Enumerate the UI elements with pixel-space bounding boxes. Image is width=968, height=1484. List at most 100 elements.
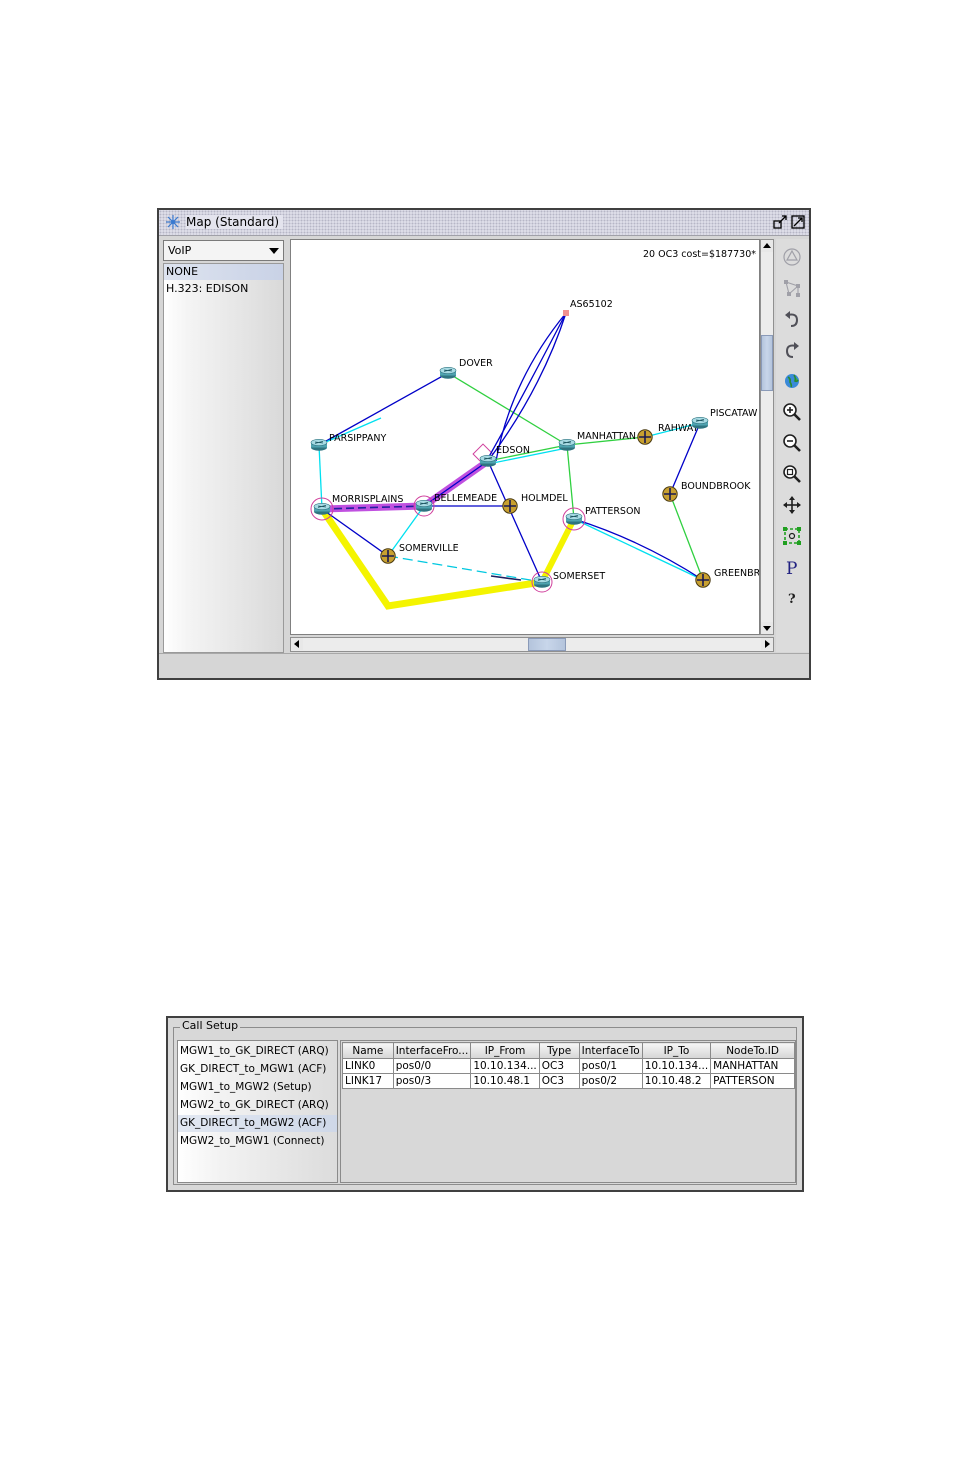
table-row[interactable]: LINK0 pos0/0 10.10.134... OC3 pos0/1 10.…	[342, 1058, 795, 1074]
layer-list: NONE H.323: EDISON	[163, 263, 284, 653]
map-toolbar: P ?	[776, 239, 809, 652]
table-cell: OC3	[538, 1073, 580, 1089]
switch-icon	[379, 547, 397, 565]
table-cell: 10.10.48.1	[470, 1073, 540, 1089]
svg-text:PATTERSON: PATTERSON	[585, 506, 641, 517]
router-icon	[533, 575, 551, 589]
layout-icon[interactable]	[780, 245, 804, 269]
undo-icon[interactable]	[780, 307, 804, 331]
node-holmdel[interactable]: HOLMDEL	[501, 493, 569, 515]
redo-icon[interactable]	[780, 338, 804, 362]
table-cell: pos0/2	[578, 1073, 643, 1089]
links-table: Name InterfaceFro... IP_From Type Interf…	[342, 1042, 795, 1089]
node-bellemeade[interactable]: BELLEMEADE	[415, 493, 497, 513]
call-message-item[interactable]: MGW2_to_GK_DIRECT (ARQ)	[178, 1097, 337, 1114]
table-cell: pos0/0	[392, 1058, 472, 1074]
globe-icon[interactable]	[780, 369, 804, 393]
chevron-down-icon[interactable]	[269, 248, 279, 254]
horizontal-scroll-thumb[interactable]	[528, 638, 566, 651]
column-header[interactable]: InterfaceFro...	[392, 1042, 472, 1059]
call-message-item[interactable]: MGW1_to_MGW2 (Setup)	[178, 1079, 337, 1096]
node-rahway[interactable]: RAHWAY	[636, 423, 699, 446]
router-icon	[479, 454, 497, 468]
vertical-scroll-thumb[interactable]	[761, 335, 773, 391]
svg-text:GREENBR: GREENBR	[714, 568, 760, 579]
svg-text:SOMERVILLE: SOMERVILLE	[399, 543, 459, 554]
zoom-fit-icon[interactable]	[780, 462, 804, 486]
column-header[interactable]: Type	[538, 1042, 580, 1059]
switch-icon	[661, 485, 679, 503]
column-header[interactable]: Name	[342, 1042, 394, 1059]
table-cell: 10.10.48.2	[641, 1073, 712, 1089]
node-as65102[interactable]: AS65102	[563, 299, 613, 316]
svg-text:SOMERSET: SOMERSET	[553, 571, 605, 582]
scroll-up-icon[interactable]	[761, 240, 773, 252]
table-cell: pos0/3	[392, 1073, 472, 1089]
map-window: Map (Standard) VoIP NONE H.323: EDISON 2…	[157, 208, 811, 680]
scroll-down-icon[interactable]	[761, 622, 773, 634]
svg-text:?: ?	[788, 592, 796, 607]
switch-icon	[636, 428, 654, 446]
cost-label: 20 OC3 cost=$187730*	[643, 249, 756, 260]
help-icon[interactable]: ?	[780, 586, 804, 610]
layer-list-item[interactable]: NONE	[164, 264, 283, 280]
window-title: Map (Standard)	[186, 215, 284, 229]
svg-text:P: P	[786, 559, 797, 579]
select-region-icon[interactable]	[780, 524, 804, 548]
column-header[interactable]: InterfaceTo	[578, 1042, 643, 1059]
node-manhattan[interactable]: MANHATTAN	[558, 431, 636, 452]
map-title-bar[interactable]: Map (Standard)	[159, 210, 809, 236]
node-parsippany[interactable]: PARSIPPANY	[310, 433, 387, 452]
svg-text:DOVER: DOVER	[459, 358, 493, 369]
column-header[interactable]: NodeTo.ID	[710, 1042, 795, 1059]
node-morrisplains[interactable]: MORRISPLAINS	[313, 494, 403, 516]
network-map-canvas[interactable]: 20 OC3 cost=$187730* AS65102 DOVER PARSI…	[290, 239, 760, 635]
table-cell: MANHATTAN	[710, 1058, 795, 1074]
svg-text:BELLEMEADE: BELLEMEADE	[434, 493, 497, 504]
column-header[interactable]: IP_To	[641, 1042, 712, 1059]
layer-list-item[interactable]: H.323: EDISON	[164, 281, 283, 297]
links-table-container: Name InterfaceFro... IP_From Type Interf…	[340, 1040, 796, 1183]
table-header-row: Name InterfaceFro... IP_From Type Interf…	[342, 1042, 795, 1059]
node-somerville[interactable]: SOMERVILLE	[379, 543, 459, 565]
table-cell: LINK0	[342, 1058, 394, 1074]
node-boundbrook[interactable]: BOUNDBROOK	[661, 481, 751, 503]
network-map: 20 OC3 cost=$187730* AS65102 DOVER PARSI…	[310, 249, 760, 610]
scroll-left-icon[interactable]	[291, 638, 303, 650]
router-icon	[691, 416, 709, 430]
router-icon	[439, 366, 457, 380]
router-icon	[313, 502, 331, 516]
scroll-right-icon[interactable]	[761, 638, 773, 650]
svg-text:AS65102: AS65102	[570, 299, 613, 310]
router-icon	[310, 438, 328, 452]
table-row[interactable]: LINK17 pos0/3 10.10.48.1 OC3 pos0/2 10.1…	[342, 1073, 795, 1089]
zoom-in-icon[interactable]	[780, 400, 804, 424]
vertical-scrollbar[interactable]	[760, 239, 774, 635]
svg-text:MANHATTAN: MANHATTAN	[577, 431, 636, 442]
zoom-out-icon[interactable]	[780, 431, 804, 455]
layer-dropdown[interactable]: VoIP	[163, 240, 284, 261]
horizontal-scrollbar[interactable]	[290, 637, 774, 652]
properties-icon[interactable]: P	[780, 555, 804, 579]
column-header[interactable]: IP_From	[470, 1042, 540, 1059]
node-dover[interactable]: DOVER	[439, 358, 493, 380]
topology-icon[interactable]	[780, 276, 804, 300]
node-greenbr[interactable]: GREENBR	[694, 568, 760, 589]
restore-icon[interactable]	[773, 215, 787, 229]
call-setup-title: Call Setup	[180, 1019, 241, 1032]
svg-text:EDSON: EDSON	[496, 445, 530, 456]
table-cell: LINK17	[342, 1073, 394, 1089]
call-message-item[interactable]: MGW1_to_GK_DIRECT (ARQ)	[178, 1043, 337, 1060]
pan-icon[interactable]	[780, 493, 804, 517]
status-bar	[159, 653, 809, 678]
network-map-icon	[166, 215, 180, 229]
call-message-item[interactable]: GK_DIRECT_to_MGW2 (ACF)	[178, 1115, 337, 1132]
maximize-icon[interactable]	[791, 215, 805, 229]
as-square-icon	[563, 310, 569, 316]
call-setup-panel: Call Setup MGW1_to_GK_DIRECT (ARQ) GK_DI…	[166, 1016, 804, 1192]
node-piscataw[interactable]: PISCATAW	[691, 408, 758, 430]
table-cell: PATTERSON	[710, 1073, 795, 1089]
router-icon	[558, 438, 576, 452]
call-message-item[interactable]: MGW2_to_MGW1 (Connect)	[178, 1133, 337, 1150]
call-message-item[interactable]: GK_DIRECT_to_MGW1 (ACF)	[178, 1061, 337, 1078]
